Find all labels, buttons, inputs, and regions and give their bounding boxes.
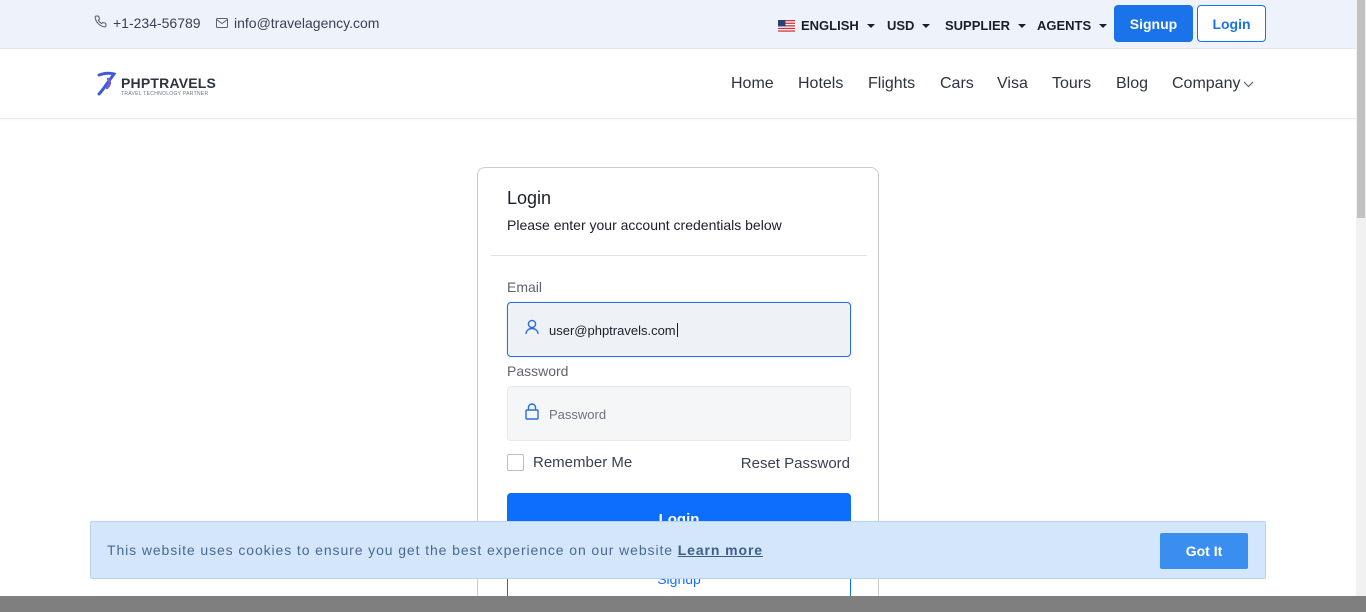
remember-me[interactable]: Remember Me — [507, 454, 632, 471]
nav-company-label: Company — [1172, 75, 1241, 92]
nav-cars[interactable]: Cars — [940, 75, 974, 93]
logo-mark-icon — [96, 71, 118, 102]
email-address: info@travelagency.com — [234, 15, 380, 31]
lock-icon — [525, 403, 539, 425]
password-field[interactable]: Password — [507, 386, 851, 441]
learn-more-link[interactable]: Learn more — [678, 542, 763, 558]
chevron-down-icon — [1243, 75, 1254, 93]
cookie-accept-button[interactable]: Got It — [1160, 533, 1248, 569]
caret-down-icon — [922, 23, 931, 28]
phone-contact[interactable]: +1-234-56789 — [94, 15, 201, 31]
email-value: user@phptravels.com — [549, 323, 676, 338]
supplier-dropdown[interactable]: SUPPLIER — [945, 18, 1027, 33]
mail-icon — [216, 15, 228, 31]
currency-dropdown[interactable]: USD — [887, 18, 931, 33]
language-label: ENGLISH — [801, 18, 859, 33]
phone-icon — [94, 15, 107, 31]
password-placeholder: Password — [549, 407, 607, 422]
signup-button[interactable]: Signup — [1114, 5, 1193, 42]
main-navbar: PHPTRAVELS TRAVEL TECHNOLOGY PARTNER Hom… — [0, 49, 1356, 119]
agents-label: AGENTS — [1037, 18, 1092, 33]
email-contact[interactable]: info@travelagency.com — [216, 15, 379, 31]
brand-logo[interactable]: PHPTRAVELS TRAVEL TECHNOLOGY PARTNER — [96, 71, 216, 102]
divider — [491, 255, 867, 256]
phone-number: +1-234-56789 — [113, 15, 201, 31]
login-subtitle: Please enter your account credentials be… — [507, 217, 782, 233]
login-title: Login — [507, 188, 552, 208]
password-label: Password — [507, 363, 569, 379]
nav-blog[interactable]: Blog — [1116, 75, 1148, 93]
remember-label: Remember Me — [533, 454, 633, 471]
caret-down-icon — [1099, 23, 1108, 28]
cookie-banner: This website uses cookies to ensure you … — [90, 521, 1266, 579]
nav-tours[interactable]: Tours — [1052, 75, 1091, 93]
nav-company[interactable]: Company — [1172, 75, 1254, 93]
reset-password-link[interactable]: Reset Password — [741, 455, 850, 472]
user-icon — [525, 319, 539, 340]
nav-flights[interactable]: Flights — [868, 75, 915, 93]
brand-name: PHPTRAVELS — [121, 75, 217, 91]
login-button[interactable]: Login — [1197, 5, 1266, 42]
language-dropdown[interactable]: ENGLISH — [778, 18, 875, 33]
caret-down-icon — [1018, 23, 1027, 28]
top-bar: +1-234-56789 info@travelagency.com ENGLI… — [0, 0, 1356, 49]
agents-dropdown[interactable]: AGENTS — [1037, 18, 1108, 33]
currency-label: USD — [887, 18, 915, 33]
scrollbar-thumb[interactable] — [1357, 0, 1365, 218]
remember-checkbox[interactable] — [507, 454, 524, 471]
email-label: Email — [507, 279, 543, 295]
text-cursor — [676, 323, 678, 337]
nav-hotels[interactable]: Hotels — [798, 75, 843, 93]
email-field[interactable]: user@phptravels.com — [507, 302, 851, 357]
bottom-strip — [0, 596, 1366, 612]
supplier-label: SUPPLIER — [945, 18, 1011, 33]
cookie-message: This website uses cookies to ensure you … — [107, 542, 673, 558]
nav-visa[interactable]: Visa — [997, 75, 1028, 93]
us-flag-icon — [778, 19, 795, 32]
brand-tagline: TRAVEL TECHNOLOGY PARTNER — [121, 91, 209, 97]
nav-home[interactable]: Home — [731, 75, 774, 93]
caret-down-icon — [866, 23, 875, 28]
